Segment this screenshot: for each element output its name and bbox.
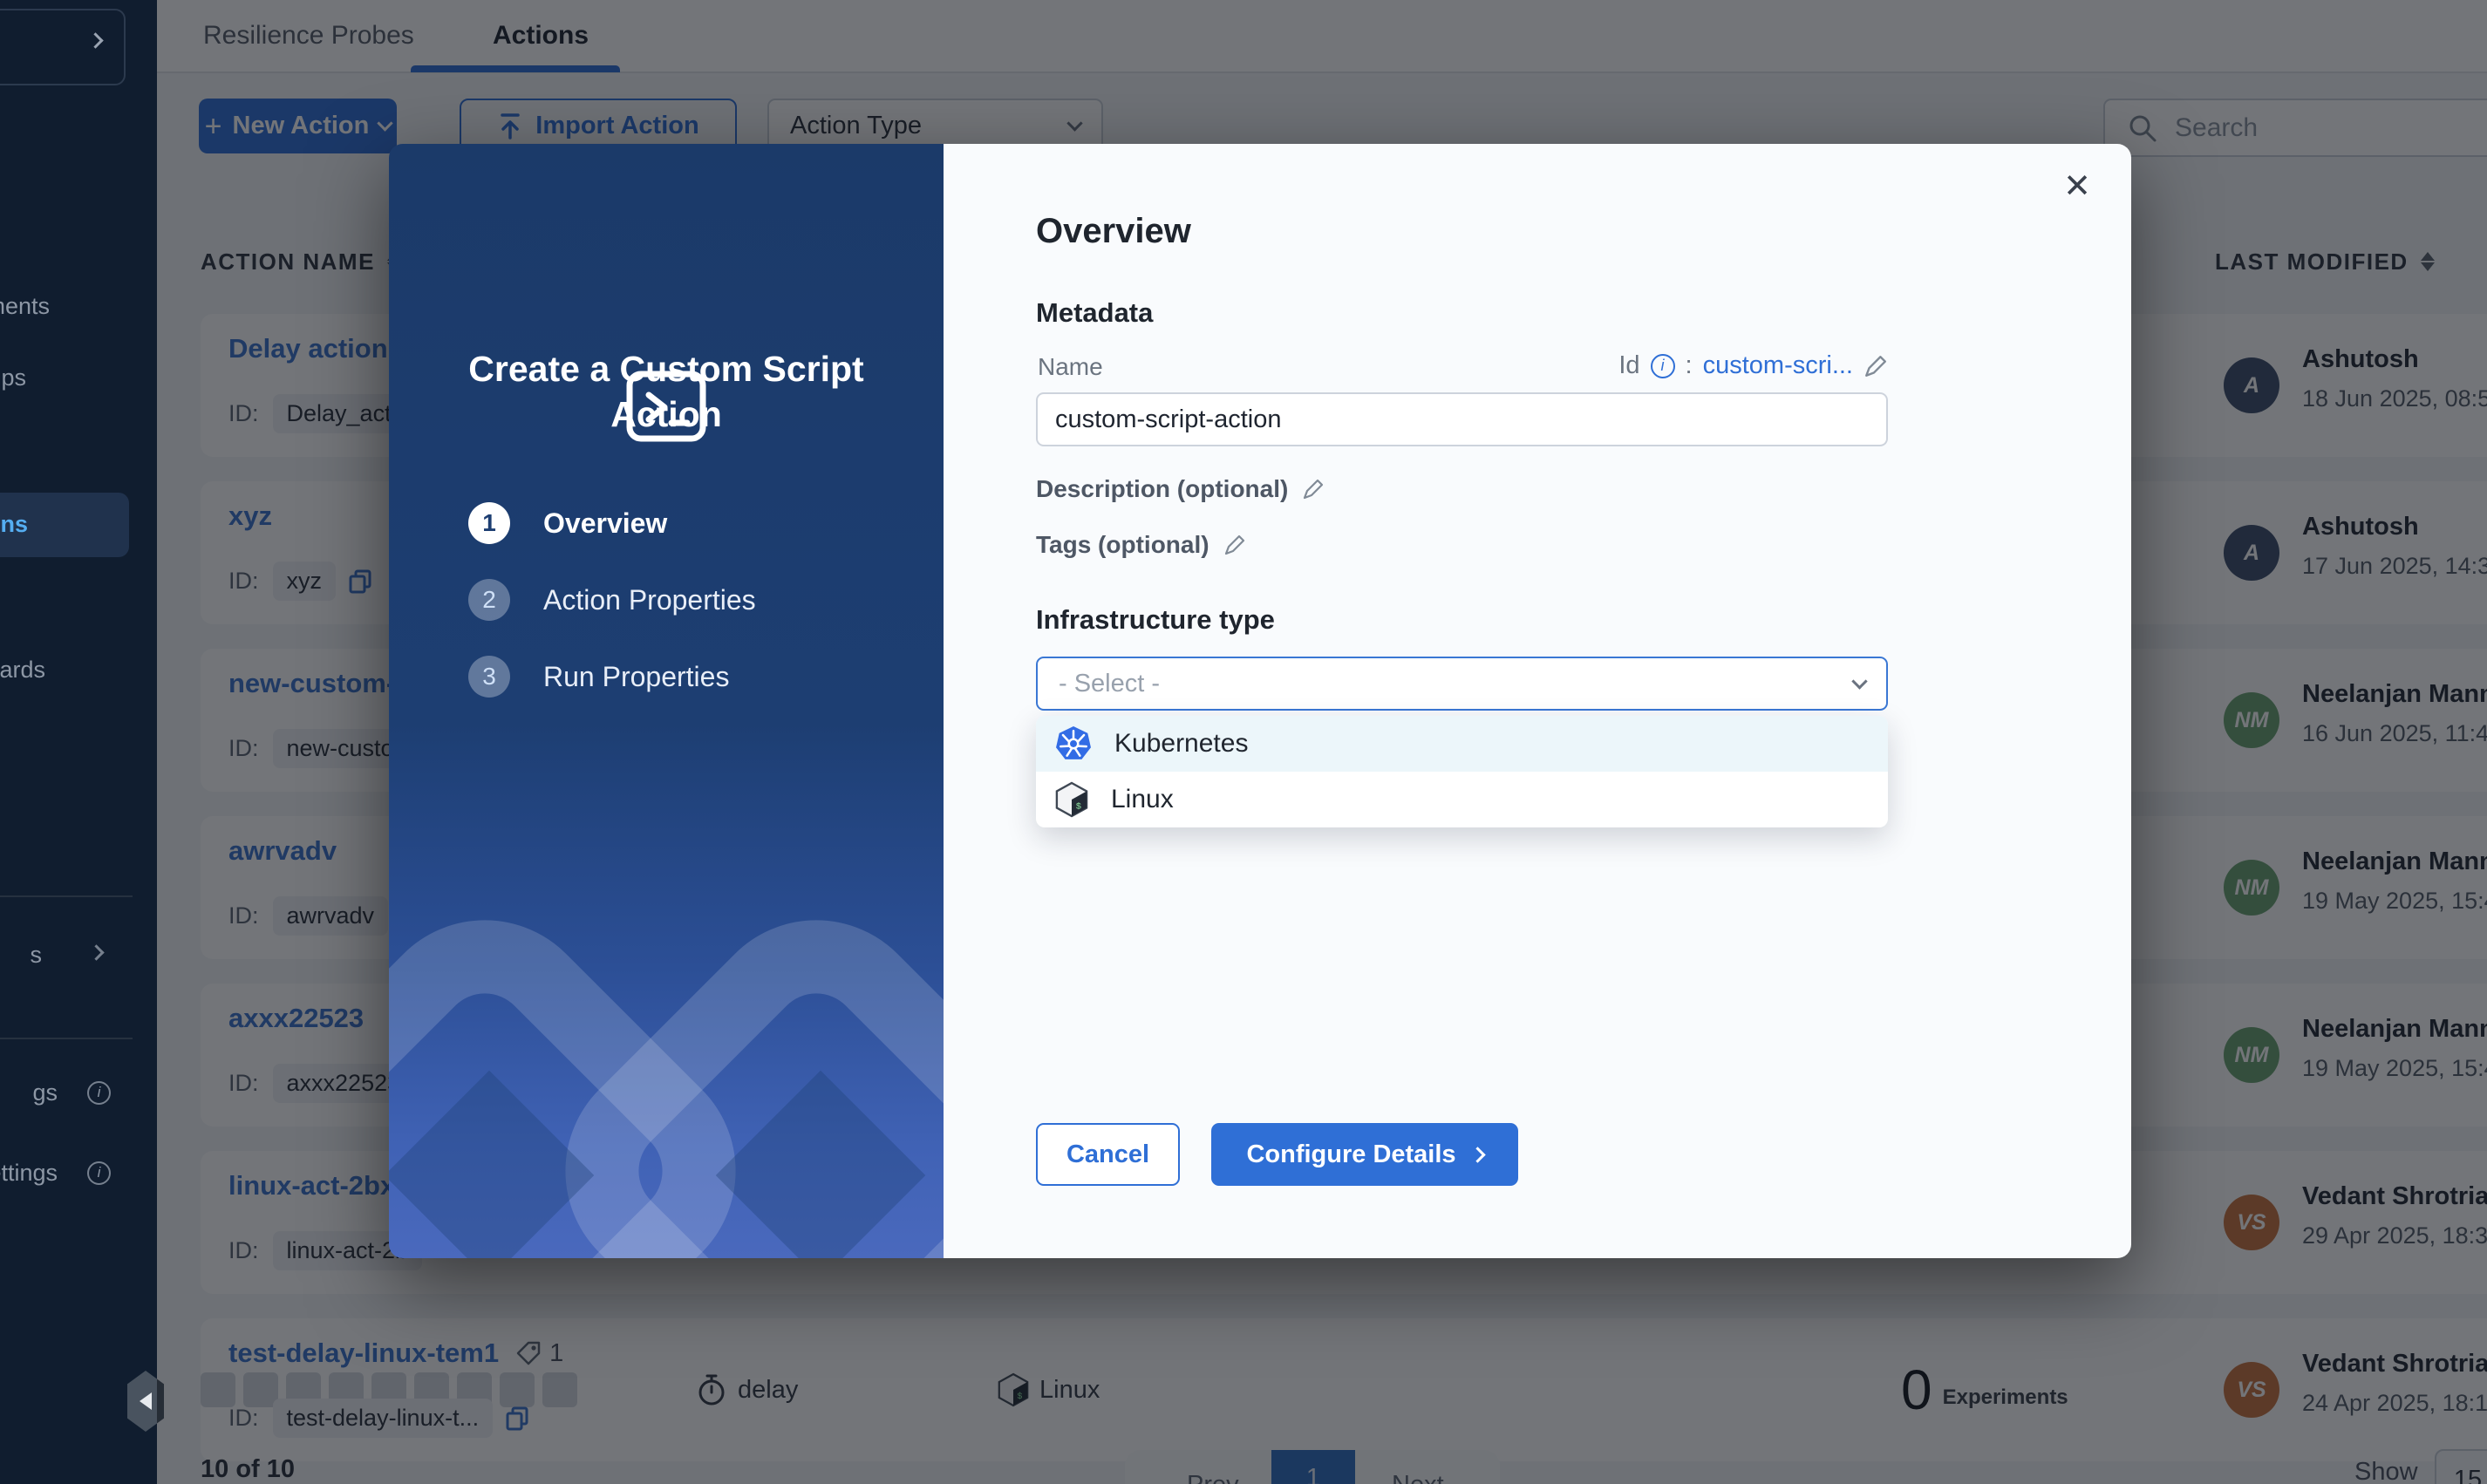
- sidebar-item-label: ns: [0, 511, 28, 538]
- chevron-right-icon: [1469, 1147, 1485, 1162]
- overview-heading: Overview: [1036, 212, 1191, 251]
- sidebar-item[interactable]: ettings i: [0, 1144, 111, 1201]
- tags-row[interactable]: Tags (optional): [1036, 531, 1246, 559]
- chevron-down-icon: [1851, 673, 1867, 689]
- step-number: 3: [468, 656, 510, 698]
- modal-form-panel: ✕ Overview Metadata Name Id i : custom-s…: [944, 144, 2131, 1258]
- chevron-left-icon: [131, 1392, 152, 1410]
- kubernetes-icon: [1055, 725, 1092, 762]
- dropdown-option[interactable]: $ Kubernetes: [1036, 716, 1888, 772]
- info-icon[interactable]: i: [1651, 354, 1675, 378]
- brand-watermark: [389, 848, 944, 1258]
- wizard-step[interactable]: 3 Run Properties: [468, 648, 917, 705]
- configure-details-button[interactable]: Configure Details: [1211, 1123, 1518, 1186]
- wizard-steps: 1 Overview 2 Action Properties 3 Run Pro…: [468, 494, 917, 725]
- sidebar-item[interactable]: ps: [1, 349, 26, 406]
- sidebar-item[interactable]: ments: [0, 277, 50, 335]
- sidebar-item-label: gs: [32, 1079, 58, 1106]
- close-icon[interactable]: ✕: [2063, 170, 2091, 203]
- chevron-right-icon: [87, 32, 103, 48]
- sidebar-item-label: s: [31, 942, 43, 969]
- name-field[interactable]: [1036, 392, 1888, 446]
- dropdown-option-label: Kubernetes: [1114, 729, 1248, 759]
- configure-details-label: Configure Details: [1246, 1140, 1455, 1169]
- create-custom-script-action-modal: Create a Custom Script Action 1 Overview…: [389, 144, 2131, 1258]
- linux-cube-icon: $: [1055, 781, 1088, 818]
- info-icon: i: [87, 1081, 111, 1105]
- wizard-step[interactable]: 1 Overview: [468, 494, 917, 552]
- infrastructure-type-heading: Infrastructure type: [1036, 604, 1275, 636]
- description-row[interactable]: Description (optional): [1036, 475, 1325, 503]
- sidebar-divider: [0, 895, 133, 897]
- cancel-button[interactable]: Cancel: [1036, 1123, 1180, 1186]
- infrastructure-type-select[interactable]: - Select -: [1036, 657, 1888, 711]
- dropdown-option-label: Linux: [1111, 785, 1174, 814]
- project-selector[interactable]: [0, 9, 126, 85]
- sidebar-item-label: ettings: [0, 1160, 58, 1187]
- sidebar-item-label: ards: [0, 657, 45, 684]
- select-placeholder: - Select -: [1059, 670, 1160, 698]
- id-cluster: Id i : custom-scri...: [1618, 351, 1888, 380]
- chevron-right-icon: [88, 944, 104, 960]
- svg-text:$: $: [1076, 801, 1081, 812]
- modal-title: Create a Custom Script Action: [461, 346, 871, 437]
- metadata-heading: Metadata: [1036, 297, 1153, 329]
- tags-label: Tags (optional): [1036, 531, 1209, 559]
- edit-pencil-icon[interactable]: [1302, 478, 1325, 500]
- edit-pencil-icon[interactable]: [1223, 534, 1246, 556]
- modal-wizard-panel: Create a Custom Script Action 1 Overview…: [389, 144, 944, 1258]
- step-number: 2: [468, 579, 510, 621]
- step-label: Run Properties: [543, 661, 729, 693]
- infrastructure-dropdown-menu: $ Kubernetes $: [1036, 716, 1888, 827]
- info-icon: i: [87, 1161, 111, 1185]
- sidebar-item[interactable]: ards: [0, 641, 45, 698]
- sidebar-divider: [0, 1038, 133, 1039]
- left-nav-sidebar: ments ps ns ards s: [0, 0, 157, 1484]
- dropdown-option[interactable]: $ Linux: [1036, 772, 1888, 827]
- step-label: Overview: [543, 507, 667, 540]
- sidebar-item[interactable]: ns: [0, 495, 28, 553]
- name-field-label: Name: [1038, 353, 1103, 381]
- sidebar-item-label: ments: [0, 293, 50, 320]
- edit-pencil-icon[interactable]: [1864, 354, 1888, 378]
- id-value-link[interactable]: custom-scri...: [1703, 351, 1853, 380]
- step-label: Action Properties: [543, 584, 756, 616]
- wizard-step[interactable]: 2 Action Properties: [468, 571, 917, 629]
- sidebar-item[interactable]: s: [31, 926, 103, 984]
- sidebar-item[interactable]: gs i: [32, 1064, 111, 1121]
- app-root: ments ps ns ards s: [0, 0, 2487, 1484]
- step-number: 1: [468, 502, 510, 544]
- id-label: Id: [1618, 351, 1639, 380]
- sidebar-item-label: ps: [1, 364, 26, 391]
- description-label: Description (optional): [1036, 475, 1288, 503]
